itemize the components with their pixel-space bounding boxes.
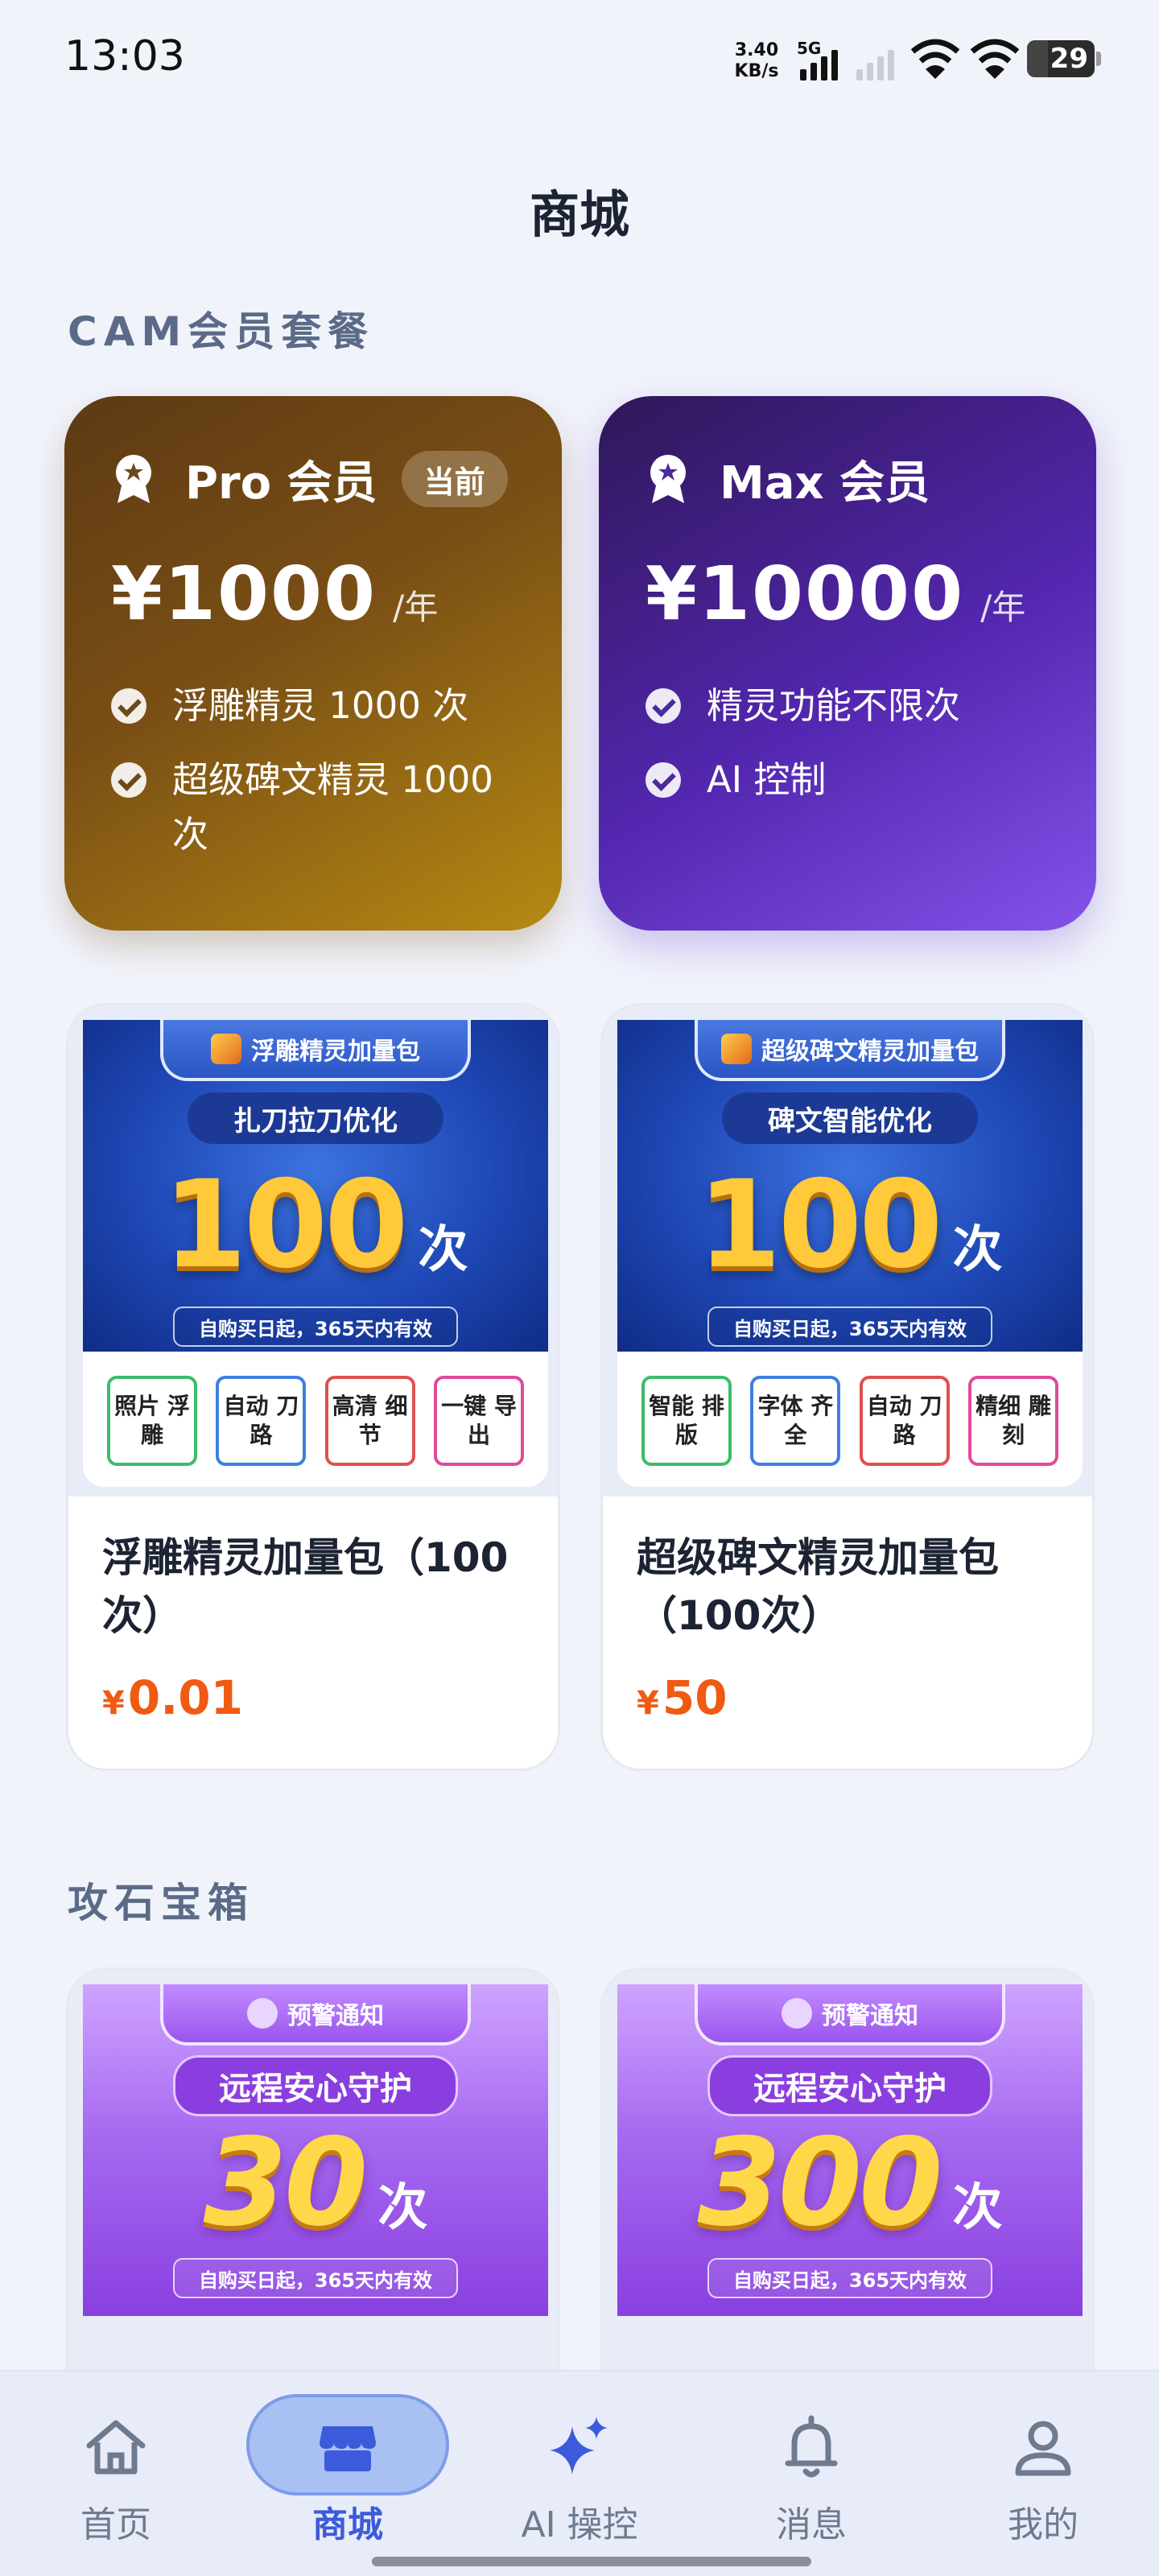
product-banner: 预警通知 远程安心守护 300 次 自购买日起，365天内有效 [617, 1984, 1083, 2316]
check-icon [645, 688, 681, 724]
nav-item-profile[interactable]: 我的 [927, 2372, 1159, 2576]
membership-name: Pro 会员 [185, 456, 377, 510]
bell-icon [785, 2415, 838, 2478]
nav-item-home[interactable]: 首页 [0, 2372, 232, 2576]
feature-chip: 照片 浮雕 [107, 1376, 197, 1466]
nav-item-store[interactable]: 商城 [232, 2372, 464, 2576]
user-icon [1015, 2421, 1071, 2476]
home-indicator[interactable] [372, 2557, 811, 2566]
product-name: 超级碑文精灵加量包（100次） [637, 1534, 999, 1639]
brain-icon [782, 1998, 812, 2029]
membership-card-pro[interactable]: Pro 会员 当前 ¥1000 /年 浮雕精灵 1000 次 超级碑文精灵 10… [64, 396, 562, 931]
feature-item: 浮雕精灵 1000 次 [111, 679, 515, 733]
product-banner: 浮雕精灵加量包 扎刀拉刀优化 100 次 自购买日起，365天内有效 [83, 1020, 548, 1352]
status-bar: 13:03 3.40 KB/s 5G 29 [0, 0, 1159, 121]
section-title-membership: CAM会员套餐 [68, 308, 375, 355]
check-icon [645, 762, 681, 798]
nav-item-messages[interactable]: 消息 [695, 2372, 927, 2576]
product-banner: 超级碑文精灵加量包 碑文智能优化 100 次 自购买日起，365天内有效 [617, 1020, 1083, 1352]
medal-icon [116, 455, 151, 503]
bottom-nav: 首页 商城 AI 操控 消息 我的 [0, 2370, 1159, 2576]
section-title-stone-box: 攻石宝箱 [68, 1880, 254, 1926]
product-price: ¥50 [637, 1670, 728, 1725]
status-time: 13:03 [64, 32, 185, 80]
membership-name: Max 会员 [720, 456, 930, 510]
feature-item: 精灵功能不限次 [645, 679, 1050, 733]
wifi-icon [910, 39, 960, 79]
feature-chip: 自动 刀路 [859, 1376, 950, 1466]
feature-chips: 照片 浮雕 自动 刀路 高清 细节 一键 导出 [83, 1352, 548, 1487]
product-card-inscription-pack[interactable]: 超级碑文精灵加量包 碑文智能优化 100 次 自购买日起，365天内有效 智能 排… [600, 1003, 1095, 1771]
relief-sprite-icon [211, 1034, 241, 1064]
brain-icon [247, 1998, 278, 2029]
feature-chip: 字体 齐全 [750, 1376, 841, 1466]
feature-item: AI 控制 [645, 753, 1050, 807]
sparkle-icon [550, 2417, 608, 2475]
store-icon [320, 2426, 376, 2471]
check-icon [111, 762, 146, 798]
feature-chip: 自动 刀路 [216, 1376, 307, 1466]
feature-chips: 智能 排版 字体 齐全 自动 刀路 精细 雕刻 [617, 1352, 1083, 1487]
feature-item: 超级碑文精灵 1000 次 [111, 753, 515, 862]
product-banner: 预警通知 远程安心守护 30 次 自购买日起，365天内有效 [83, 1984, 548, 2316]
feature-chip: 一键 导出 [433, 1376, 524, 1466]
nav-item-ai-control[interactable]: AI 操控 [464, 2372, 695, 2576]
medal-icon [650, 455, 686, 503]
network-speed: 3.40 KB/s [734, 40, 779, 81]
check-icon [111, 688, 146, 724]
membership-price: ¥10000 /年 [645, 551, 1026, 637]
inscription-sprite-icon [721, 1034, 752, 1064]
product-card-relief-pack[interactable]: 浮雕精灵加量包 扎刀拉刀优化 100 次 自购买日起，365天内有效 照片 浮雕 … [66, 1003, 560, 1771]
signal-weak-icon [856, 43, 894, 80]
home-icon [86, 2420, 146, 2475]
membership-price: ¥1000 /年 [111, 551, 439, 637]
product-price: ¥0.01 [102, 1670, 243, 1725]
product-name: 浮雕精灵加量包（100次） [102, 1534, 509, 1639]
page-title: 商城 [529, 185, 629, 244]
feature-chip: 精细 雕刻 [967, 1376, 1058, 1466]
battery-icon: 29 [1027, 40, 1095, 77]
feature-chip: 高清 细节 [324, 1376, 415, 1466]
membership-card-max[interactable]: Max 会员 ¥10000 /年 精灵功能不限次 AI 控制 [599, 396, 1096, 931]
current-badge: 当前 [401, 451, 508, 507]
signal-strong-icon [800, 43, 838, 80]
feature-chip: 智能 排版 [641, 1376, 732, 1466]
wifi-icon [970, 39, 1020, 79]
